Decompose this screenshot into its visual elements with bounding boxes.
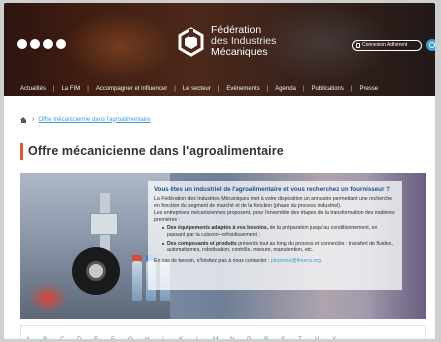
intro-question: Vous êtes un industriel de l'agroaliment…: [154, 186, 390, 193]
member-login-button[interactable]: Connexion Adhérent: [352, 40, 422, 51]
letter-link[interactable]: E: [94, 336, 111, 339]
letter-link[interactable]: R: [264, 336, 281, 339]
contact-email-link[interactable]: plepretre@fimeca.org: [271, 258, 321, 264]
bottle-shape: [132, 261, 142, 301]
nav-separator: |: [87, 86, 89, 92]
bottle-cap: [132, 255, 142, 261]
letter-link[interactable]: N: [230, 336, 247, 339]
intro-paragraph: La Fédération des Industries Mécaniques …: [154, 196, 393, 209]
social-links: [17, 39, 66, 49]
letter-link[interactable]: D: [77, 336, 94, 339]
logo-text: Fédération des Industries Mécaniques: [211, 25, 276, 58]
letter-link[interactable]: T: [298, 336, 315, 339]
letter-link[interactable]: V: [315, 336, 332, 339]
letter-link[interactable]: S: [281, 336, 298, 339]
lock-icon: [356, 43, 360, 48]
machine-block: [90, 213, 118, 235]
social-icon[interactable]: [17, 39, 27, 49]
breadcrumb-current[interactable]: Offre mécanicienne dans l'agroalimentair…: [38, 117, 150, 123]
contact-text: En cas de besoin, n'hésitez pas à nous c…: [154, 257, 271, 264]
nav-item[interactable]: Evénements: [226, 86, 259, 92]
social-icon[interactable]: [43, 39, 53, 49]
logo-line: Mécaniques: [211, 46, 268, 58]
search-icon[interactable]: [426, 39, 435, 51]
page-title: Offre mécanicienne dans l'agroalimentair…: [28, 144, 284, 158]
alphabet-filter: A B C D E F G H I K L M N P R S T V X: [26, 336, 349, 339]
list-item: Des composants et produits présents tout…: [162, 241, 396, 254]
logo-icon: [178, 26, 204, 57]
list-item-strong: Des composants et produits: [167, 240, 237, 247]
nav-separator: |: [53, 86, 55, 92]
letter-link[interactable]: B: [43, 336, 60, 339]
intro-panel: Vous êtes un industriel de l'agroaliment…: [148, 181, 402, 290]
list-item: Des équipements adaptés à vos besoins, d…: [162, 225, 396, 238]
letter-link[interactable]: L: [196, 336, 213, 339]
nav-separator: |: [302, 86, 305, 92]
letter-link[interactable]: H: [145, 336, 162, 339]
nav-separator: |: [266, 86, 269, 92]
nav-item[interactable]: Presse: [359, 86, 378, 92]
nav-separator: |: [350, 86, 353, 92]
list-item-strong: Des équipements adaptés à vos besoins,: [167, 225, 269, 232]
letter-link[interactable]: A: [26, 336, 43, 339]
letter-link[interactable]: G: [128, 336, 145, 339]
home-icon[interactable]: [20, 116, 27, 123]
letter-link[interactable]: I: [162, 336, 179, 339]
intro-paragraph: Les entreprises mécaniciennes proposent,…: [154, 210, 395, 223]
nav-separator: |: [217, 86, 220, 92]
chevron-right-icon: ›: [32, 116, 35, 123]
nav-item[interactable]: Actualités: [20, 86, 46, 92]
nav-item[interactable]: Publications: [312, 86, 344, 92]
reel-center: [86, 261, 106, 281]
browser-frame: Fédération des Industries Mécaniques Con…: [4, 3, 435, 339]
social-icon[interactable]: [56, 39, 66, 49]
nav-item[interactable]: Agenda: [275, 86, 296, 92]
letter-link[interactable]: K: [179, 336, 196, 339]
letter-link[interactable]: P: [247, 336, 264, 339]
contact-line: En cas de besoin, n'hésitez pas à nous c…: [154, 258, 396, 265]
red-blur: [28, 283, 68, 313]
letter-link[interactable]: M: [213, 336, 230, 339]
title-accent-bar: [20, 143, 23, 160]
member-login-label: Connexion Adhérent: [362, 42, 408, 48]
nav-item[interactable]: Accompagner et influencer: [96, 86, 167, 92]
breadcrumb: › Offre mécanicienne dans l'agroalimenta…: [20, 116, 150, 123]
main-nav: Actualités | La FIM | Accompagner et influ…: [4, 83, 435, 95]
intro-list: Des équipements adaptés à vos besoins, d…: [162, 225, 396, 253]
letter-link[interactable]: C: [60, 336, 77, 339]
nav-item[interactable]: La FIM: [62, 86, 81, 92]
site-header: Fédération des Industries Mécaniques Con…: [4, 3, 435, 96]
nav-separator: |: [174, 86, 176, 92]
site-logo[interactable]: Fédération des Industries Mécaniques: [176, 25, 276, 58]
social-icon[interactable]: [30, 39, 40, 49]
letter-link[interactable]: X: [332, 336, 349, 339]
nav-item[interactable]: Le secteur: [183, 86, 211, 92]
letter-link[interactable]: F: [111, 336, 128, 339]
